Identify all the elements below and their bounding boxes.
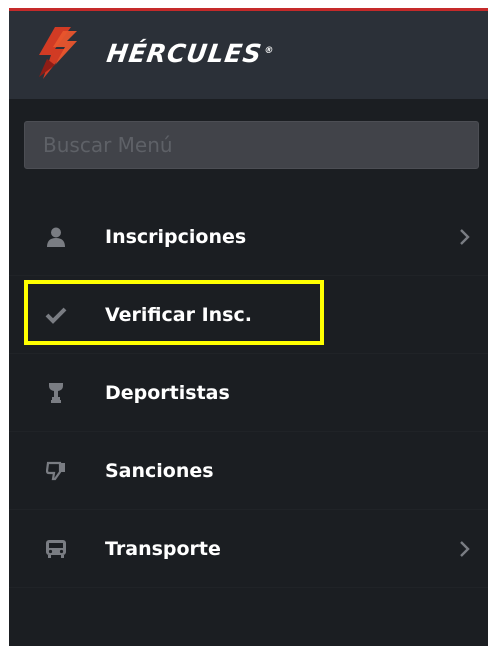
trophy-icon (42, 381, 70, 405)
logo-text: HÉRCULES® (104, 39, 276, 68)
search-menu-input[interactable] (24, 121, 479, 169)
sidebar-item-inscripciones[interactable]: Inscripciones (9, 198, 488, 276)
sidebar-item-label: Verificar Insc. (105, 303, 252, 326)
hercules-flame-logo-icon (39, 27, 77, 79)
sidebar-menu: Inscripciones Verificar Insc. Deportista… (9, 198, 488, 588)
sidebar-item-verificar-insc[interactable]: Verificar Insc. (9, 276, 488, 354)
sidebar-item-transporte[interactable]: Transporte (9, 510, 488, 588)
sidebar-item-label: Transporte (105, 537, 221, 560)
bus-icon (42, 537, 70, 561)
thumbs-down-icon (42, 459, 70, 483)
sidebar-item-sanciones[interactable]: Sanciones (9, 432, 488, 510)
logo-bar[interactable]: HÉRCULES® (9, 11, 488, 99)
sidebar: HÉRCULES® Inscripciones Verificar Insc. (9, 8, 488, 646)
sidebar-item-label: Sanciones (105, 459, 214, 482)
sidebar-item-label: Inscripciones (105, 225, 247, 248)
user-icon (42, 225, 70, 249)
check-icon (42, 303, 70, 327)
chevron-right-icon (460, 540, 470, 557)
registered-mark: ® (263, 45, 276, 56)
sidebar-item-deportistas[interactable]: Deportistas (9, 354, 488, 432)
chevron-right-icon (460, 228, 470, 245)
sidebar-item-label: Deportistas (105, 381, 230, 404)
